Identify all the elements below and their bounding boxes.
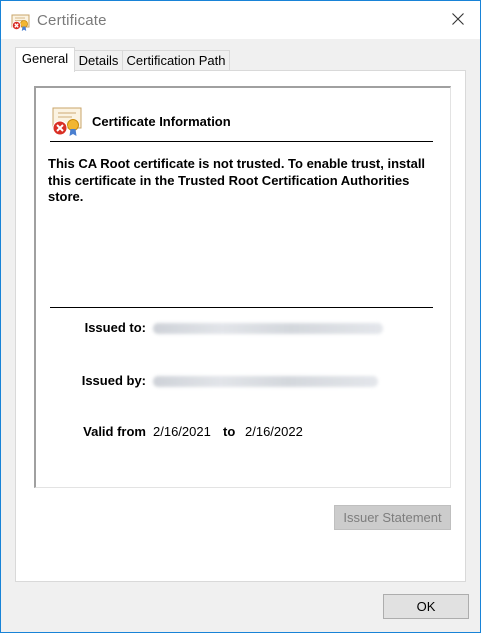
title-bar[interactable]: Certificate [1, 1, 480, 39]
issued-to-label: Issued to: [84, 320, 146, 335]
issued-by-value [153, 376, 378, 387]
issued-to-value [153, 323, 383, 334]
tab-general[interactable]: General [15, 47, 75, 72]
tab-details[interactable]: Details [74, 50, 123, 70]
certificate-warning-icon [11, 12, 31, 32]
ok-button[interactable]: OK [383, 594, 469, 619]
details-divider [50, 307, 433, 308]
trust-warning-message: This CA Root certificate is not trusted.… [48, 156, 426, 204]
certificate-warning-icon [50, 106, 86, 138]
window-title: Certificate [37, 12, 107, 29]
heading-divider [50, 141, 433, 142]
valid-from-label: Valid from [83, 424, 146, 439]
certificate-dialog: Certificate General Details Certificatio… [0, 0, 481, 633]
issuer-statement-button[interactable]: Issuer Statement [334, 505, 451, 530]
valid-from-date: 2/16/2021 [153, 424, 211, 439]
tab-certification-path[interactable]: Certification Path [122, 50, 230, 70]
certificate-info-box: Certificate Information This CA Root cer… [34, 86, 451, 488]
close-button[interactable] [435, 1, 480, 39]
certificate-info-heading: Certificate Information [92, 114, 231, 129]
valid-to-label: to [223, 424, 236, 439]
issued-by-label: Issued by: [81, 373, 146, 388]
general-tab-panel: Certificate Information This CA Root cer… [15, 70, 466, 582]
close-icon [451, 12, 464, 28]
valid-to-date: 2/16/2022 [245, 424, 303, 439]
